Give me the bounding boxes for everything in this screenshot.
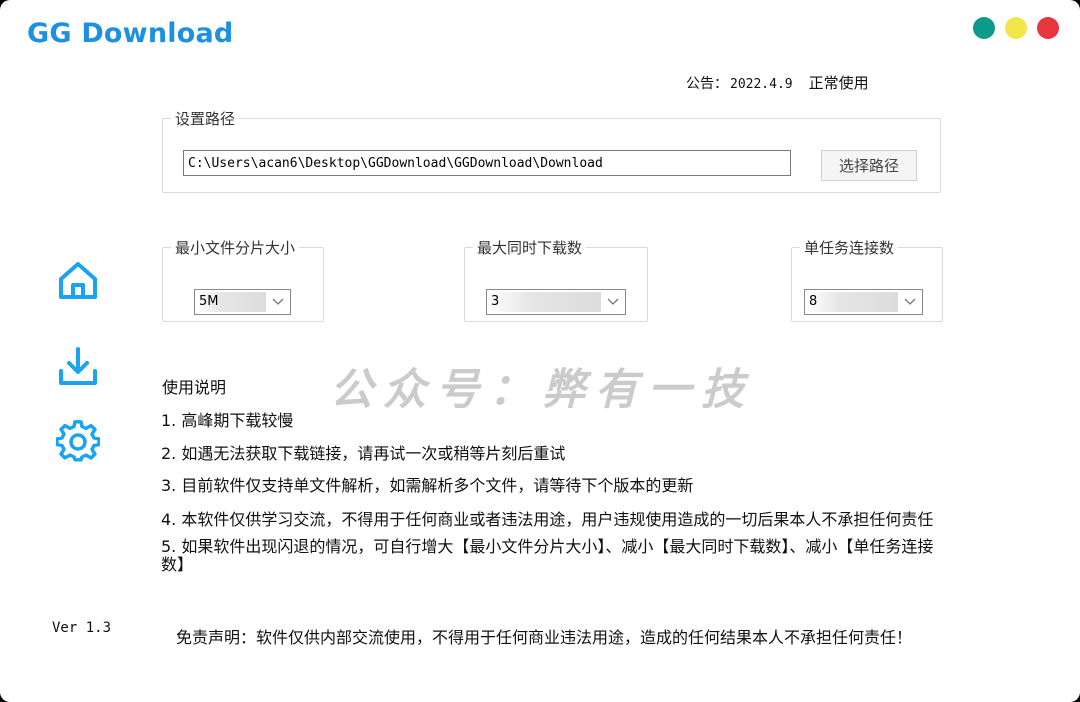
settings-icon[interactable]	[56, 420, 100, 464]
chevron-down-icon	[904, 298, 916, 305]
notice-date: 2022.4.9	[730, 77, 793, 92]
close-button[interactable]	[1037, 17, 1059, 39]
chevron-down-icon	[272, 298, 284, 305]
minimize-button[interactable]	[973, 17, 995, 39]
connections-select[interactable]: 8	[804, 289, 923, 315]
min-chunk-value: 5M	[197, 292, 266, 312]
disclaimer: 免责声明：软件仅供内部交流使用，不得用于任何商业违法用途，造成的任何结果本人不承…	[176, 628, 913, 647]
download-path-input[interactable]	[183, 150, 791, 176]
usage-item: 3. 目前软件仅支持单文件解析，如需解析多个文件，请等待下个版本的更新	[161, 476, 694, 495]
version-label: Ver 1.3	[52, 620, 112, 636]
maximize-button[interactable]	[1005, 17, 1027, 39]
app-title: GG Download	[27, 18, 234, 49]
usage-item: 4. 本软件仅供学习交流，不得用于任何商业或者违法用途，用户违规使用造成的一切后…	[161, 510, 934, 529]
chevron-down-icon	[607, 298, 619, 305]
min-chunk-select[interactable]: 5M	[194, 289, 291, 315]
max-downloads-value: 3	[489, 292, 601, 312]
notice-bar: 公告： 2022.4.9 正常使用	[686, 72, 869, 93]
max-downloads-select[interactable]: 3	[486, 289, 626, 315]
min-chunk-group: 最小文件分片大小 5M	[162, 237, 324, 322]
path-group-legend: 设置路径	[175, 110, 236, 128]
path-group: 设置路径 选择路径	[162, 108, 941, 193]
choose-path-button[interactable]: 选择路径	[821, 150, 917, 181]
connections-legend: 单任务连接数	[804, 239, 895, 257]
connections-group: 单任务连接数 8	[791, 237, 943, 322]
connections-value: 8	[807, 292, 898, 312]
download-icon[interactable]	[56, 345, 100, 389]
min-chunk-legend: 最小文件分片大小	[175, 239, 296, 257]
max-downloads-group: 最大同时下载数 3	[464, 237, 648, 322]
home-icon[interactable]	[56, 258, 100, 302]
app-window: GG Download 公告：2022.4.9 正常使用 设置路径 选择路径 最小…	[0, 0, 1080, 702]
max-downloads-legend: 最大同时下载数	[477, 239, 583, 257]
usage-item: 2. 如遇无法获取下载链接，请再试一次或稍等片刻后重试	[161, 444, 566, 463]
notice-status: 正常使用	[808, 74, 869, 92]
usage-item: 5. 如果软件出现闪退的情况，可自行增大【最小文件分片大小】、减小【最大同时下载…	[161, 537, 934, 574]
usage-title: 使用说明	[162, 378, 227, 397]
usage-item: 1. 高峰期下载较慢	[161, 411, 294, 430]
notice-label: 公告：	[686, 76, 728, 92]
watermark: 公众号：弊有一技	[330, 365, 754, 415]
